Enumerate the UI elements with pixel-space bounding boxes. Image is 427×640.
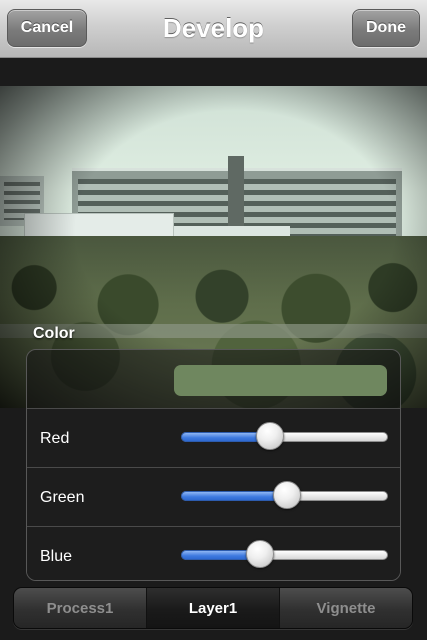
slider-row-green: Green: [27, 468, 400, 527]
color-preview-row: [27, 350, 400, 409]
nav-bar: Cancel Develop Done: [0, 0, 427, 58]
slider-label-red: Red: [40, 430, 70, 447]
blue-slider[interactable]: [181, 540, 388, 568]
green-slider[interactable]: [181, 481, 388, 509]
tab-process1[interactable]: Process1: [14, 588, 147, 628]
slider-thumb[interactable]: [256, 422, 284, 450]
slider-label-green: Green: [40, 489, 85, 506]
slider-thumb[interactable]: [272, 481, 301, 509]
done-button[interactable]: Done: [352, 9, 420, 47]
slider-fill: [181, 491, 287, 501]
slider-row-red: Red: [27, 409, 400, 468]
slider-label-blue: Blue: [40, 548, 73, 565]
slider-row-blue: Blue: [27, 527, 400, 580]
color-swatch: [174, 365, 387, 396]
bottom-segmented-control: Process1 Layer1 Vignette: [13, 587, 413, 629]
slider-thumb[interactable]: [245, 540, 274, 568]
tab-layer1[interactable]: Layer1: [147, 588, 280, 628]
red-slider[interactable]: [181, 422, 388, 450]
color-panel: Red Green Blue: [26, 349, 401, 581]
tab-vignette[interactable]: Vignette: [280, 588, 412, 628]
color-section-label: Color: [33, 325, 75, 342]
